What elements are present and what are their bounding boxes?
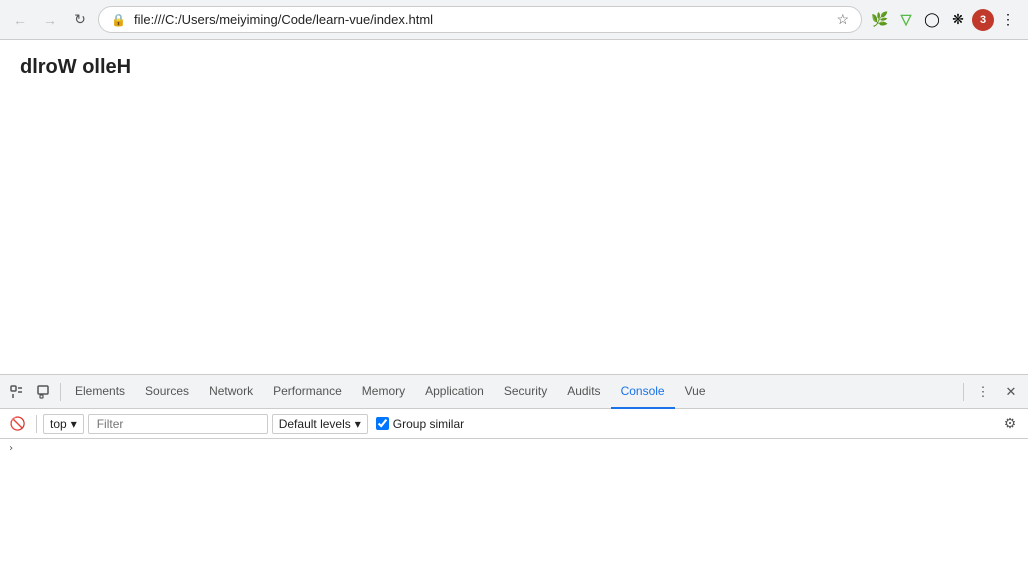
inspect-element-button[interactable] bbox=[4, 379, 30, 405]
page-content: dlroW olleH bbox=[0, 40, 1028, 374]
group-similar-label[interactable]: Group similar bbox=[376, 417, 464, 431]
close-devtools-button[interactable]: ✕ bbox=[998, 379, 1024, 405]
devtools-panel: Elements Sources Network Performance Mem… bbox=[0, 374, 1028, 574]
console-content: › bbox=[0, 439, 1028, 458]
group-similar-checkbox[interactable] bbox=[376, 417, 389, 430]
secure-icon: 🔒 bbox=[111, 13, 126, 27]
tab-network[interactable]: Network bbox=[199, 375, 263, 409]
reload-button[interactable]: ↻ bbox=[68, 8, 92, 32]
console-settings-button[interactable]: ⚙ bbox=[998, 412, 1022, 436]
page-heading: dlroW olleH bbox=[20, 56, 1008, 79]
address-bar: 🔒 ☆ bbox=[98, 6, 862, 33]
console-prompt[interactable]: › bbox=[8, 443, 1020, 454]
console-separator-1 bbox=[36, 415, 37, 433]
ext-icon-3[interactable]: ◯ bbox=[920, 8, 944, 32]
tab-audits[interactable]: Audits bbox=[557, 375, 610, 409]
context-selector[interactable]: top ▾ bbox=[43, 414, 84, 434]
context-label: top bbox=[50, 417, 67, 431]
log-level-label: Default levels bbox=[279, 417, 351, 431]
devtools-tab-more: ⋮ ✕ bbox=[959, 379, 1024, 405]
address-input[interactable] bbox=[134, 12, 828, 27]
context-dropdown-icon: ▾ bbox=[71, 417, 77, 431]
clear-console-button[interactable]: 🚫 bbox=[6, 412, 30, 436]
log-level-selector[interactable]: Default levels ▾ bbox=[272, 414, 368, 434]
devtools-tabs-bar: Elements Sources Network Performance Mem… bbox=[0, 375, 1028, 409]
bookmark-icon[interactable]: ☆ bbox=[836, 11, 849, 28]
ext-icon-5[interactable]: 3 bbox=[972, 9, 994, 31]
browser-chrome: ← → ↻ 🔒 ☆ 🌿 ▽ ◯ ❋ 3 ⋮ bbox=[0, 0, 1028, 40]
tab-application[interactable]: Application bbox=[415, 375, 494, 409]
more-tabs-button[interactable]: ⋮ bbox=[970, 379, 996, 405]
forward-button[interactable]: → bbox=[38, 8, 62, 32]
tab-console[interactable]: Console bbox=[611, 375, 675, 409]
group-similar-text: Group similar bbox=[393, 417, 464, 431]
ext-more-button[interactable]: ⋮ bbox=[996, 8, 1020, 32]
tab-elements[interactable]: Elements bbox=[65, 375, 135, 409]
ext-icon-2[interactable]: ▽ bbox=[894, 8, 918, 32]
tab-separator-2 bbox=[963, 383, 964, 401]
console-filter-input[interactable] bbox=[88, 414, 268, 434]
ext-icon-4[interactable]: ❋ bbox=[946, 8, 970, 32]
tab-security[interactable]: Security bbox=[494, 375, 557, 409]
log-level-dropdown-icon: ▾ bbox=[355, 417, 361, 431]
tab-separator-1 bbox=[60, 383, 61, 401]
console-chevron-icon: › bbox=[8, 443, 14, 454]
tab-memory[interactable]: Memory bbox=[352, 375, 415, 409]
tab-vue[interactable]: Vue bbox=[675, 375, 716, 409]
ext-icon-1[interactable]: 🌿 bbox=[868, 8, 892, 32]
extension-icons: 🌿 ▽ ◯ ❋ 3 ⋮ bbox=[868, 8, 1020, 32]
device-toolbar-button[interactable] bbox=[30, 379, 56, 405]
browser-toolbar: ← → ↻ 🔒 ☆ 🌿 ▽ ◯ ❋ 3 ⋮ bbox=[0, 0, 1028, 39]
tab-performance[interactable]: Performance bbox=[263, 375, 352, 409]
back-button[interactable]: ← bbox=[8, 8, 32, 32]
console-toolbar: 🚫 top ▾ Default levels ▾ Group similar ⚙ bbox=[0, 409, 1028, 439]
tab-sources[interactable]: Sources bbox=[135, 375, 199, 409]
